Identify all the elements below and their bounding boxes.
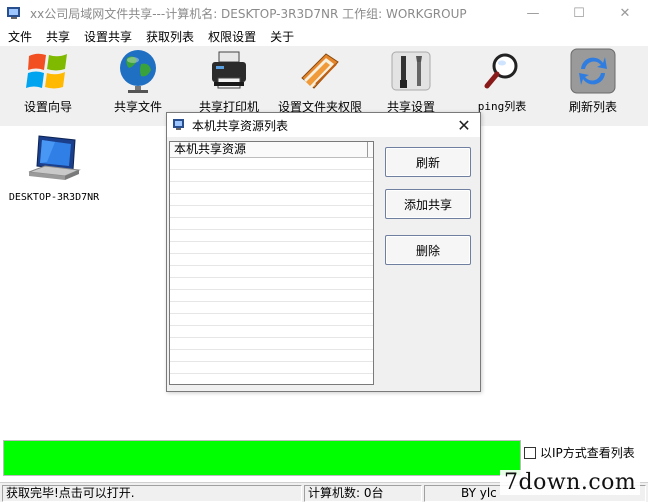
menu-about[interactable]: 关于 (262, 28, 300, 45)
window-title: xx公司局域网文件共享---计算机名: DESKTOP-3R3D7NR 工作组:… (30, 6, 467, 21)
status-message: 获取完毕!点击可以打开. (2, 485, 302, 502)
tool-label: ping列表 (477, 100, 527, 113)
checkbox-box[interactable] (524, 446, 536, 459)
share-file-button[interactable]: 共享文件 (110, 46, 166, 118)
tool-label: 共享文件 (113, 100, 162, 114)
dialog-title: 本机共享资源列表 (192, 118, 289, 133)
share-resource-list[interactable]: 本机共享资源 (169, 141, 374, 385)
ip-view-label: 以IP方式查看列表 (540, 446, 635, 460)
status-computer-count: 计算机数: 0台 (304, 485, 422, 502)
menu-file[interactable]: 文件 (0, 28, 38, 45)
tools-icon (391, 51, 431, 91)
tool-label: 设置向导 (23, 100, 72, 114)
refresh-icon (570, 48, 616, 94)
app-icon (7, 7, 20, 19)
menu-share[interactable]: 共享 (38, 28, 76, 45)
watermark-text: 7down.com (500, 470, 641, 495)
list-rows (170, 158, 373, 384)
computer-item[interactable]: DESKTOP-3R3D7NR (4, 132, 104, 203)
folder-book-icon (301, 53, 339, 89)
progress-fill (4, 441, 520, 475)
computer-icon (28, 135, 81, 180)
ip-view-checkbox[interactable]: 以IP方式查看列表 (524, 444, 635, 461)
maximize-button[interactable]: ☐ (556, 0, 602, 26)
ping-list-button[interactable]: ping列表 (474, 46, 530, 118)
computer-name: DESKTOP-3R3D7NR (8, 192, 100, 203)
share-settings-button[interactable]: 共享设置 (384, 46, 438, 118)
dialog-app-icon (173, 119, 184, 130)
magnifier-icon (484, 53, 518, 89)
close-button[interactable]: ✕ (602, 0, 648, 26)
minimize-button[interactable]: — (510, 0, 556, 26)
folder-permission-button[interactable]: 设置文件夹权限 (276, 46, 364, 118)
list-header: 本机共享资源 (170, 142, 373, 158)
setup-wizard-button[interactable]: 设置向导 (20, 46, 76, 118)
column-header-resource[interactable]: 本机共享资源 (170, 142, 368, 157)
menu-share-settings[interactable]: 设置共享 (76, 28, 138, 45)
refresh-list-button[interactable]: 刷新列表 (564, 46, 622, 118)
globe-icon (120, 50, 156, 93)
share-list-dialog: 本机共享资源列表 ✕ 本机共享资源 刷新 添加共享 删除 (166, 112, 481, 392)
printer-icon (212, 51, 246, 89)
menu-bar: 文件 共享 设置共享 获取列表 权限设置 关于 (0, 26, 648, 46)
progress-bar (3, 440, 521, 476)
share-printer-button[interactable]: 共享打印机 (196, 46, 262, 118)
column-header-filler (368, 142, 373, 157)
dialog-close-button[interactable]: ✕ (454, 115, 474, 135)
delete-button[interactable]: 删除 (385, 235, 471, 265)
dialog-title-bar: 本机共享资源列表 ✕ (167, 113, 480, 137)
tool-label: 刷新列表 (568, 100, 617, 114)
title-bar: xx公司局域网文件共享---计算机名: DESKTOP-3R3D7NR 工作组:… (0, 0, 648, 26)
refresh-button[interactable]: 刷新 (385, 147, 471, 177)
menu-get-list[interactable]: 获取列表 (138, 28, 200, 45)
add-share-button[interactable]: 添加共享 (385, 189, 471, 219)
windows-logo-icon (26, 53, 67, 89)
menu-permissions[interactable]: 权限设置 (200, 28, 262, 45)
